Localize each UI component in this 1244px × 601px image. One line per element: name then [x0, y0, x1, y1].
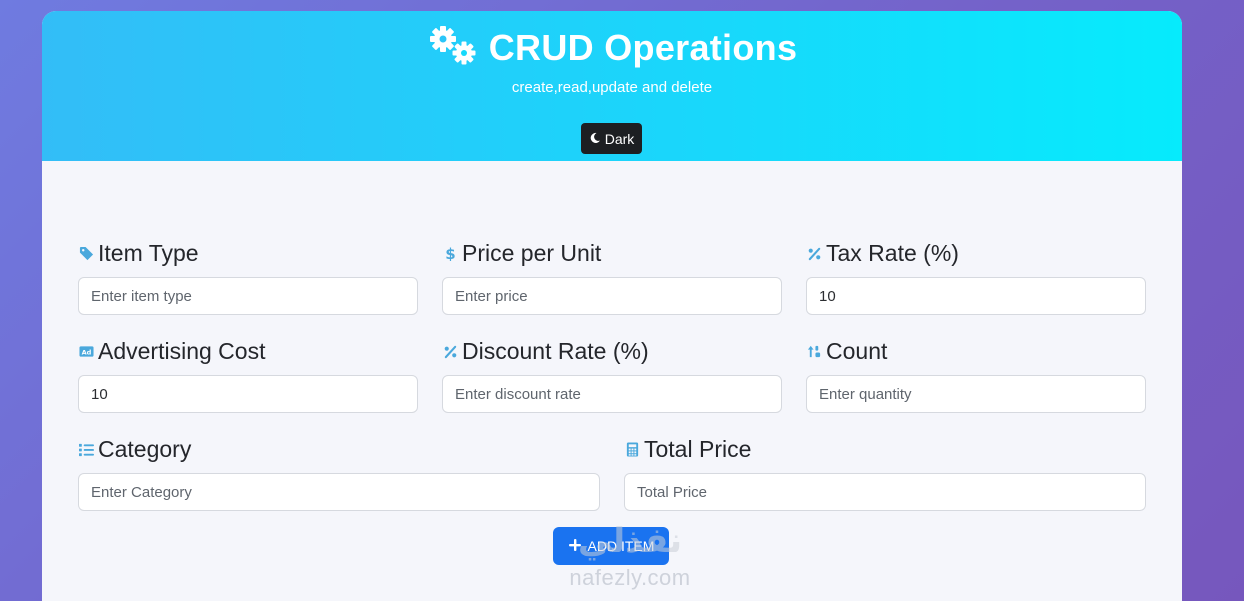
price-field: $ Price per Unit: [442, 239, 782, 315]
list-icon: [78, 441, 94, 457]
price-label: Price per Unit: [462, 239, 602, 266]
watermark-site: nafezly.com: [569, 565, 691, 590]
dark-mode-label: Dark: [604, 130, 635, 147]
discount-field: Discount Rate (%): [442, 337, 782, 413]
category-label: Category: [98, 435, 192, 462]
ad-icon: Ad: [78, 343, 94, 359]
discount-input[interactable]: [442, 375, 782, 413]
count-field: Count: [806, 337, 1146, 413]
sort-numeric-icon: [806, 343, 822, 359]
tax-rate-input[interactable]: [806, 277, 1146, 315]
dark-mode-button[interactable]: Dark: [581, 123, 642, 154]
gears-icon: [427, 23, 479, 72]
advertising-input[interactable]: [78, 375, 418, 413]
page-title: CRUD Operations: [488, 26, 798, 68]
advertising-field: Ad Advertising Cost: [78, 337, 418, 413]
crud-card: CRUD Operations create,read,update and d…: [42, 11, 1182, 601]
percent-icon: [806, 245, 822, 261]
count-input[interactable]: [806, 375, 1146, 413]
moon-icon: [589, 131, 601, 147]
plus-icon: [568, 538, 582, 555]
price-input[interactable]: [442, 277, 782, 315]
category-input[interactable]: [78, 473, 600, 511]
calculator-icon: [624, 441, 640, 457]
tax-rate-field: Tax Rate (%): [806, 239, 1146, 315]
item-type-label: Item Type: [98, 239, 199, 266]
discount-label: Discount Rate (%): [462, 337, 649, 364]
percent-icon: [442, 343, 458, 359]
category-field: Category: [78, 435, 600, 511]
item-type-input[interactable]: [78, 277, 418, 315]
svg-text:$: $: [445, 246, 455, 261]
add-item-button[interactable]: ADD ITEM: [553, 527, 669, 565]
count-label: Count: [826, 337, 888, 364]
add-item-label: ADD ITEM: [587, 538, 655, 554]
tax-rate-label: Tax Rate (%): [826, 239, 959, 266]
total-price-input[interactable]: [624, 473, 1146, 511]
item-type-field: Item Type: [78, 239, 418, 315]
advertising-label: Advertising Cost: [98, 337, 266, 364]
title-row: CRUD Operations: [42, 23, 1182, 72]
total-price-field: Total Price: [624, 435, 1146, 511]
tag-icon: [78, 245, 94, 261]
header: CRUD Operations create,read,update and d…: [42, 11, 1182, 161]
svg-text:Ad: Ad: [81, 348, 91, 356]
page-subtitle: create,read,update and delete: [511, 79, 713, 96]
total-price-label: Total Price: [644, 435, 752, 462]
dollar-icon: $: [442, 245, 458, 261]
